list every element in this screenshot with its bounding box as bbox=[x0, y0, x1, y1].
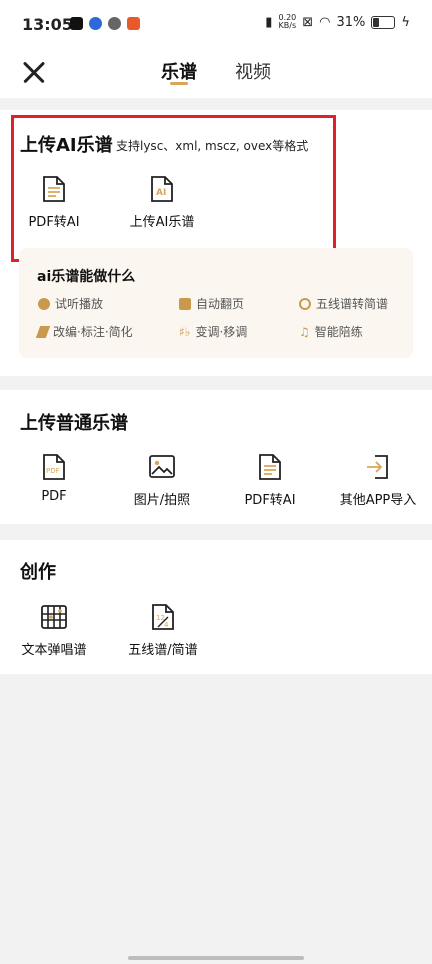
vibrate-icon: ▮ bbox=[265, 14, 273, 30]
status-bar: 13:05 ▮ 0.20 KB/s ⊠ ◠ 31% ϟ bbox=[0, 0, 432, 50]
create-title: 创作 bbox=[20, 562, 56, 583]
staff-notation-icon: 12 4 bbox=[150, 603, 176, 631]
feature-convert: 五线谱转简谱 bbox=[299, 295, 388, 312]
import-other-app-label: 其他APP导入 bbox=[339, 493, 417, 508]
header: 乐谱 视频 bbox=[0, 50, 432, 98]
staff-numbered-button[interactable]: 12 4 五线谱/简谱 bbox=[123, 603, 203, 658]
close-icon[interactable] bbox=[22, 60, 46, 84]
upload-image-button[interactable]: 图片/拍照 bbox=[128, 453, 196, 508]
net-speed-unit: KB/s bbox=[278, 21, 297, 30]
play-icon bbox=[38, 297, 50, 310]
feature-label: 五线谱转简谱 bbox=[316, 297, 389, 311]
sync-icon bbox=[108, 17, 121, 30]
wifi-icon: ◠ bbox=[319, 14, 331, 30]
notification-icons bbox=[70, 17, 140, 30]
active-tab-indicator bbox=[170, 82, 188, 85]
sharp-flat-icon: ♯♭ bbox=[179, 324, 191, 339]
upload-pdf-label: PDF bbox=[41, 489, 67, 504]
text-chord-sheet-label: 文本弹唱谱 bbox=[21, 643, 87, 658]
feature-label: 试听播放 bbox=[55, 297, 104, 311]
tab-sheet-music[interactable]: 乐谱 bbox=[161, 58, 197, 84]
ai-info-title: ai乐谱能做什么 bbox=[37, 269, 136, 285]
feature-label: 智能陪练 bbox=[314, 325, 363, 339]
battery-icon bbox=[371, 15, 396, 29]
status-right: ▮ 0.20 KB/s ⊠ ◠ 31% ϟ bbox=[265, 14, 410, 30]
feature-label: 改编·标注·简化 bbox=[53, 325, 133, 339]
feature-auto-page: 自动翻页 bbox=[179, 295, 244, 312]
normal-pdf-to-ai-button[interactable]: PDF转AI bbox=[236, 453, 304, 508]
svg-text:4: 4 bbox=[164, 621, 169, 629]
app-icon bbox=[127, 17, 140, 30]
feature-label: 变调·移调 bbox=[195, 325, 248, 339]
status-time: 13:05 bbox=[22, 15, 73, 34]
feature-preview: 试听播放 bbox=[38, 295, 103, 312]
ai-info-panel: ai乐谱能做什么 试听播放 自动翻页 五线谱转简谱 改编·标注·简化 ♯♭ 变调… bbox=[19, 248, 413, 358]
feature-label: 自动翻页 bbox=[196, 297, 245, 311]
pencil-icon bbox=[35, 325, 51, 338]
normal-pdf-to-ai-label: PDF转AI bbox=[244, 493, 296, 508]
upload-image-label: 图片/拍照 bbox=[133, 493, 191, 508]
upload-pdf-button[interactable]: PDF PDF bbox=[28, 453, 80, 504]
page-icon bbox=[179, 297, 191, 310]
feature-transpose: ♯♭ 变调·移调 bbox=[179, 323, 247, 340]
staff-numbered-label: 五线谱/简谱 bbox=[128, 643, 198, 658]
sim-icon: ⊠ bbox=[302, 14, 314, 30]
net-speed: 0.20 KB/s bbox=[278, 14, 296, 30]
text-chord-sheet-button[interactable]: 文本弹唱谱 bbox=[18, 603, 90, 658]
pdf-icon: PDF bbox=[41, 453, 67, 481]
home-indicator[interactable] bbox=[128, 956, 304, 960]
music-note-icon: ♫ bbox=[299, 324, 310, 339]
svg-text:PDF: PDF bbox=[46, 467, 60, 475]
feature-practice: ♫ 智能陪练 bbox=[299, 323, 363, 340]
image-icon bbox=[149, 453, 175, 481]
tiktok-icon bbox=[70, 17, 83, 30]
baidu-icon bbox=[89, 17, 102, 30]
import-icon bbox=[365, 453, 391, 481]
feature-edit: 改编·标注·简化 bbox=[35, 323, 133, 340]
normal-upload-title: 上传普通乐谱 bbox=[20, 413, 128, 434]
chord-grid-icon bbox=[41, 603, 67, 631]
convert-icon bbox=[299, 297, 311, 310]
tab-video[interactable]: 视频 bbox=[235, 58, 271, 84]
battery-percent: 31% bbox=[336, 14, 366, 30]
document-icon bbox=[257, 453, 283, 481]
charging-icon: ϟ bbox=[401, 14, 410, 30]
highlight-box bbox=[11, 115, 336, 262]
import-other-app-button[interactable]: 其他APP导入 bbox=[333, 453, 423, 508]
